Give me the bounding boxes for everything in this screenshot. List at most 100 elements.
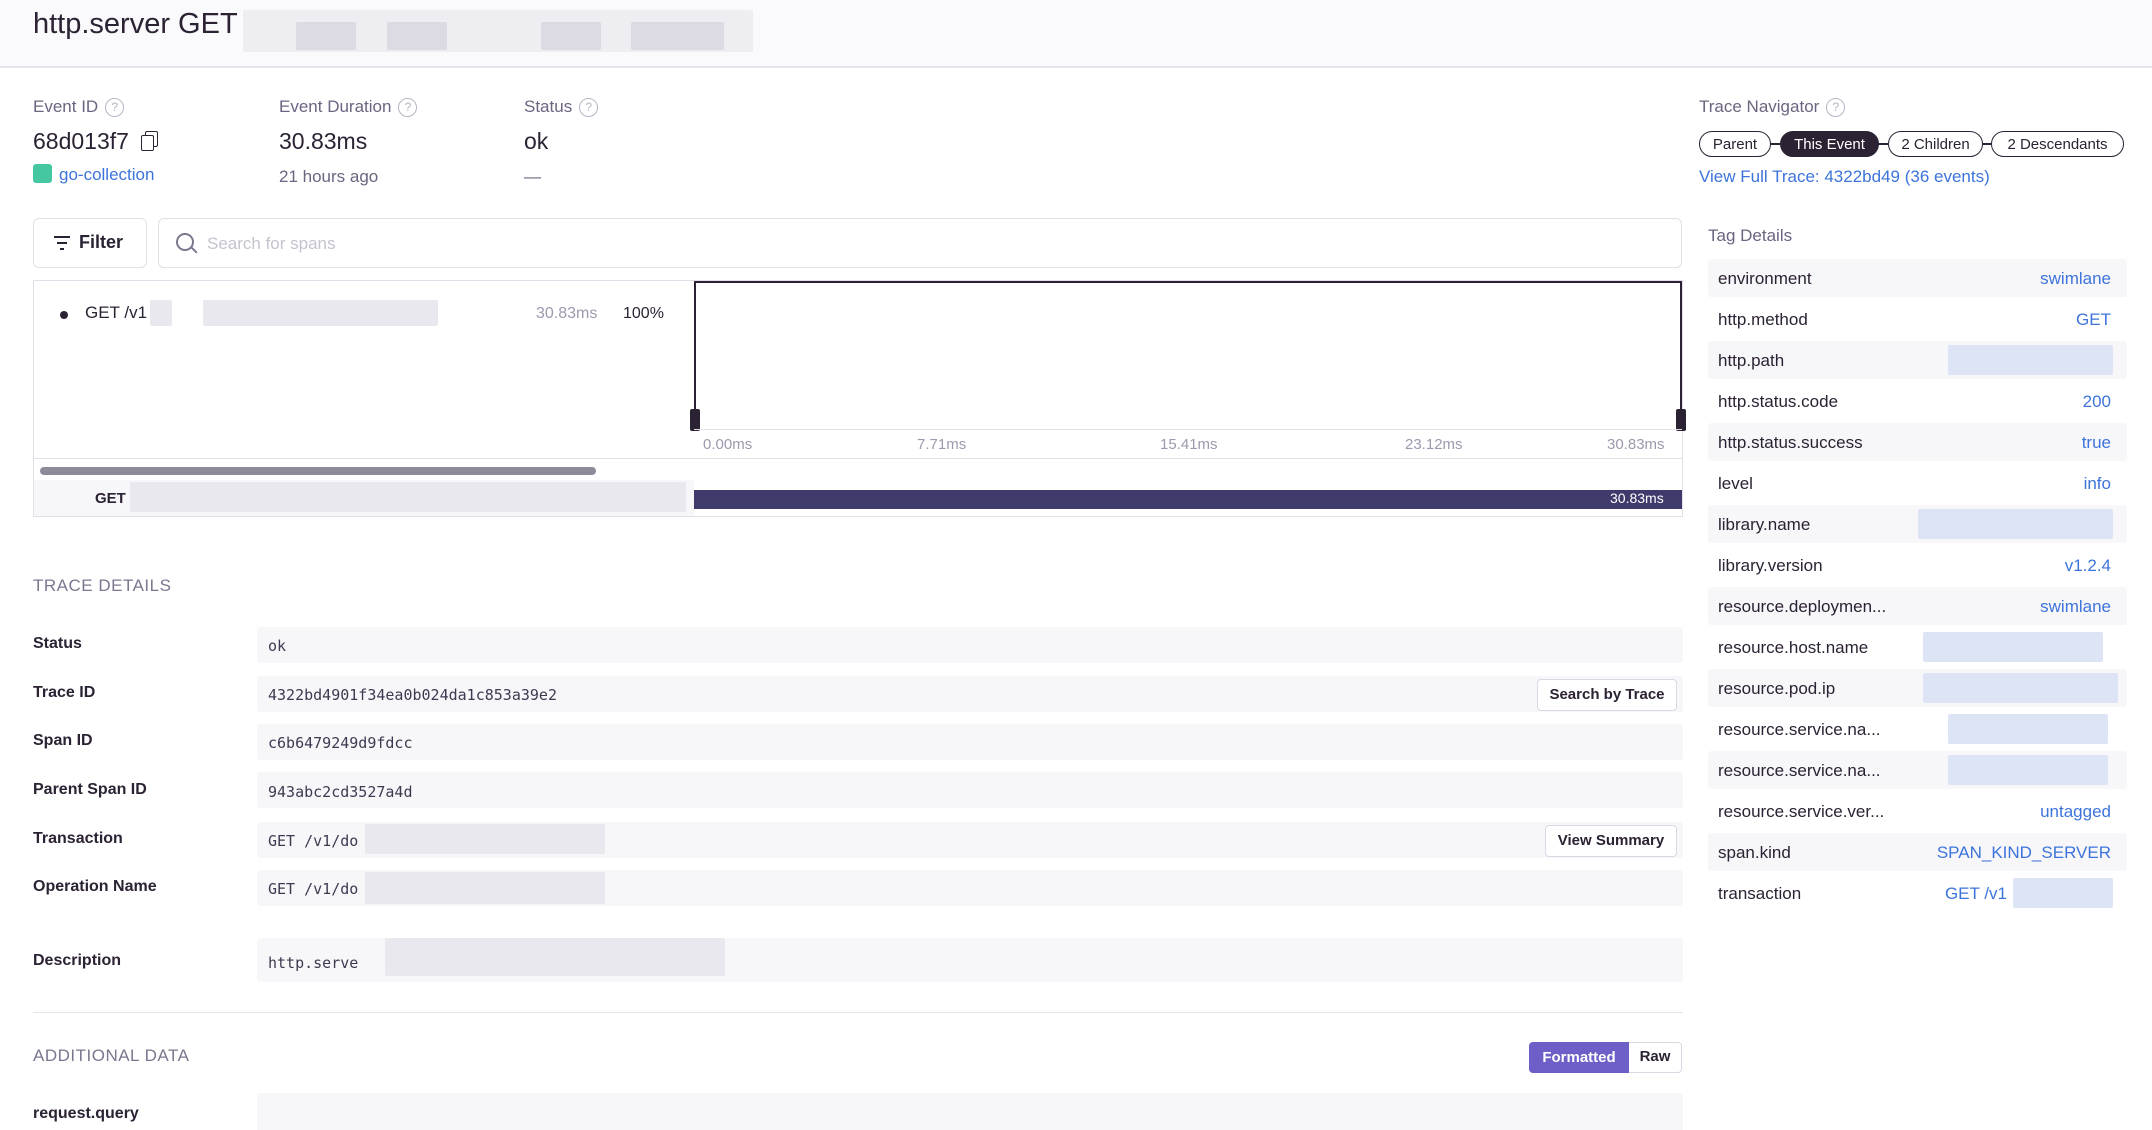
- redacted-block: [130, 482, 686, 512]
- span-bar-label[interactable]: GET: [95, 490, 126, 507]
- detail-value-operation-name: GET /v1/do: [268, 880, 359, 898]
- help-icon[interactable]: ?: [398, 98, 418, 117]
- detail-row-bg: [257, 772, 1683, 808]
- page-title: http.server GET: [33, 8, 238, 40]
- formatted-toggle[interactable]: Formatted: [1529, 1042, 1629, 1073]
- tag-row[interactable]: http.path: [1708, 341, 2127, 379]
- tag-details-heading: Tag Details: [1708, 226, 1793, 245]
- detail-label-status: Status: [33, 635, 82, 652]
- redacted-block: [1923, 673, 2118, 703]
- redacted-block: [385, 938, 725, 976]
- redacted-block: [631, 22, 724, 50]
- tag-row[interactable]: resource.service.na...: [1708, 710, 2127, 748]
- project-link[interactable]: go-collection: [33, 164, 154, 185]
- minimap-right-handle[interactable]: [1676, 409, 1686, 431]
- redacted-block: [1918, 509, 2113, 539]
- copy-icon[interactable]: [141, 131, 159, 151]
- detail-row-bg: [257, 627, 1683, 663]
- minimap-left-handle[interactable]: [690, 409, 700, 431]
- navigator-children[interactable]: 2 Children: [1888, 131, 1983, 157]
- tag-row[interactable]: http.status.code 200: [1708, 382, 2127, 420]
- timeline-tick: 23.12ms: [1405, 436, 1463, 453]
- timeline-tick: 0.00ms: [703, 436, 753, 453]
- tag-row[interactable]: library.name: [1708, 505, 2127, 543]
- detail-value-transaction: GET /v1/do: [268, 832, 359, 850]
- search-input[interactable]: [205, 219, 1669, 268]
- navigator-this-event[interactable]: This Event: [1780, 131, 1879, 157]
- tag-row[interactable]: http.status.success true: [1708, 423, 2127, 461]
- redacted-block: [1948, 755, 2108, 785]
- detail-row-bg: [257, 724, 1683, 760]
- redacted-block: [203, 300, 438, 326]
- divider: [33, 1012, 1683, 1013]
- detail-value-parent-span-id: 943abc2cd3527a4d: [268, 783, 413, 801]
- redacted-block: [1948, 714, 2108, 744]
- detail-label-trace-id: Trace ID: [33, 684, 96, 701]
- navigator-parent[interactable]: Parent: [1699, 131, 1771, 157]
- search-by-trace-button[interactable]: Search by Trace: [1537, 679, 1677, 711]
- navigator-descendants[interactable]: 2 Descendants: [1991, 131, 2124, 157]
- tag-row[interactable]: resource.deploymen... swimlane: [1708, 587, 2127, 625]
- project-icon: [33, 164, 52, 183]
- tag-row[interactable]: resource.service.ver... untagged: [1708, 792, 2127, 830]
- event-time-ago: 21 hours ago: [279, 167, 379, 186]
- span-bullet-icon: [60, 311, 68, 319]
- detail-label-description: Description: [33, 952, 122, 969]
- horizontal-scrollbar[interactable]: [40, 467, 596, 475]
- tag-row[interactable]: library.version v1.2.4: [1708, 546, 2127, 584]
- view-full-trace-link[interactable]: View Full Trace: 4322bd49 (36 events): [1699, 167, 1990, 187]
- redacted-block: [541, 22, 601, 50]
- tag-row[interactable]: http.method GET: [1708, 300, 2127, 338]
- additional-data-heading: ADDITIONAL DATA: [33, 1046, 190, 1065]
- span-name[interactable]: GET /v1: [85, 303, 147, 323]
- tag-row[interactable]: transaction GET /v1: [1708, 874, 2127, 912]
- tag-row[interactable]: level info: [1708, 464, 2127, 502]
- span-percent: 100%: [623, 305, 664, 322]
- detail-label-parent-span-id: Parent Span ID: [33, 781, 147, 798]
- help-icon[interactable]: ?: [105, 98, 125, 117]
- detail-label-transaction: Transaction: [33, 830, 123, 847]
- span-search-box[interactable]: [158, 218, 1682, 268]
- redacted-block: [1923, 632, 2103, 662]
- navigator-connector: [1770, 143, 1780, 145]
- detail-value-description: http.serve: [268, 954, 359, 972]
- minimap-right-edge: [1680, 281, 1682, 429]
- tag-row[interactable]: resource.host.name: [1708, 628, 2127, 666]
- view-summary-button[interactable]: View Summary: [1545, 825, 1677, 857]
- minimap-top-border: [694, 281, 1682, 283]
- detail-row-bg: [257, 1093, 1683, 1130]
- redacted-block: [1948, 345, 2113, 375]
- redacted-block: [296, 22, 356, 50]
- filter-button[interactable]: Filter: [33, 218, 147, 268]
- tag-row[interactable]: span.kind SPAN_KIND_SERVER: [1708, 833, 2127, 871]
- status-value: ok: [524, 128, 549, 154]
- status-sub: —: [524, 167, 541, 186]
- filter-label: Filter: [79, 232, 124, 252]
- status-label: Status?: [524, 97, 599, 117]
- tag-row[interactable]: resource.pod.ip: [1708, 669, 2127, 707]
- help-icon[interactable]: ?: [579, 98, 599, 117]
- event-id-label: Event ID?: [33, 97, 125, 117]
- timeline-tick: 30.83ms: [1607, 436, 1665, 453]
- detail-label-span-id: Span ID: [33, 732, 93, 749]
- tag-row[interactable]: resource.service.na...: [1708, 751, 2127, 789]
- timeline-tick: 7.71ms: [917, 436, 967, 453]
- minimap-left-edge: [694, 281, 696, 429]
- detail-label-operation-name: Operation Name: [33, 878, 157, 895]
- detail-value-trace-id: 4322bd4901f34ea0b024da1c853a39e2: [268, 686, 557, 704]
- redacted-block: [365, 872, 605, 904]
- navigator-connector: [1878, 143, 1888, 145]
- trace-navigator-label: Trace Navigator?: [1699, 97, 1846, 117]
- timeline-tick: 15.41ms: [1160, 436, 1218, 453]
- redacted-block: [2013, 878, 2113, 908]
- span-duration-bar[interactable]: [694, 490, 1682, 509]
- event-id-value: 68d013f7: [33, 128, 159, 155]
- divider: [34, 458, 1682, 459]
- tag-row[interactable]: environment swimlane: [1708, 259, 2127, 297]
- detail-value-status: ok: [268, 637, 287, 655]
- help-icon[interactable]: ?: [1826, 98, 1846, 117]
- span-bar-duration: 30.83ms: [1610, 490, 1664, 506]
- event-duration-label: Event Duration?: [279, 97, 418, 117]
- detail-value-span-id: c6b6479249d9fdcc: [268, 734, 413, 752]
- raw-toggle[interactable]: Raw: [1629, 1042, 1682, 1073]
